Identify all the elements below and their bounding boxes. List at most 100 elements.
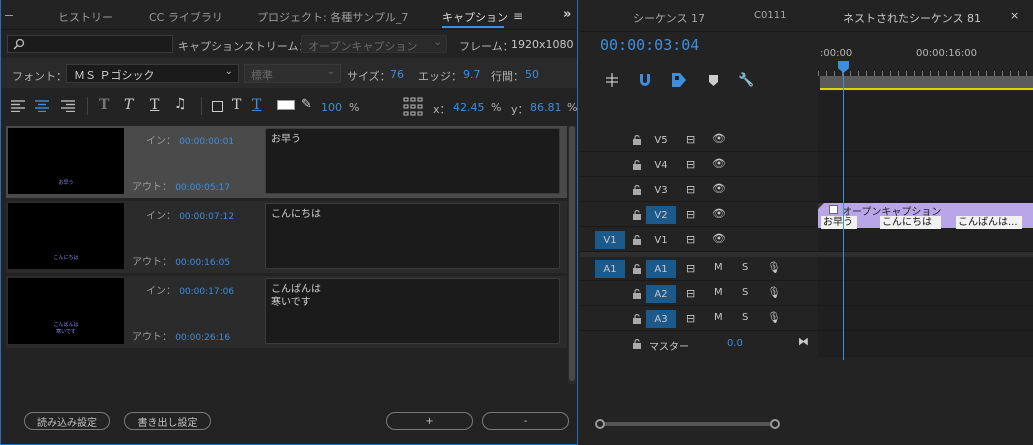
background-color-icon[interactable] [212, 101, 223, 112]
caption-clip-segment[interactable]: こんにちは [880, 216, 941, 229]
tab-history[interactable]: ヒストリー [58, 9, 113, 25]
caption-text-field[interactable]: お早う [265, 128, 560, 194]
tab-sequence-17[interactable]: シーケンス 17 [633, 10, 705, 26]
lock-icon[interactable] [632, 210, 642, 220]
work-area-bar[interactable] [820, 76, 1033, 90]
align-right-icon[interactable] [61, 100, 75, 115]
edge-color-icon[interactable]: T [252, 97, 261, 113]
edge-value[interactable]: 9.7 [463, 68, 481, 81]
track-label[interactable]: V1 [646, 231, 676, 249]
caption-text-field[interactable]: こんばんは 寒いです [265, 278, 560, 344]
microphone-icon[interactable]: 🎙 [767, 286, 781, 299]
opacity-value[interactable]: 100 [321, 101, 342, 114]
position-grid-icon[interactable] [403, 97, 423, 120]
sync-lock-icon[interactable]: ⊟ [686, 133, 695, 146]
microphone-icon[interactable]: 🎙 [767, 311, 781, 324]
in-timecode[interactable]: 00:00:17:06 [179, 287, 234, 297]
align-left-icon[interactable] [11, 100, 25, 115]
eye-icon[interactable]: 👁 [712, 182, 726, 195]
eyedropper-icon[interactable]: ✎ [301, 97, 312, 112]
caption-item[interactable]: こんばんは 寒いです イン： 00:00:17:06 アウト： 00:00:26… [6, 276, 567, 348]
color-swatch[interactable] [277, 100, 295, 110]
out-timecode[interactable]: 00:00:26:16 [175, 333, 230, 343]
search-input[interactable] [7, 35, 173, 53]
align-center-icon[interactable] [35, 100, 49, 115]
export-settings-button[interactable]: 書き出し設定 [124, 412, 211, 430]
tab-c0111[interactable]: C0111 [754, 10, 786, 21]
lock-icon[interactable] [632, 289, 642, 299]
font-select[interactable]: ＭＳ Ｐゴシック ⌄ [66, 64, 239, 83]
lock-icon[interactable] [632, 235, 642, 245]
wrench-icon[interactable]: 🔧 [738, 73, 754, 88]
sync-lock-icon[interactable]: ⊟ [686, 158, 695, 171]
track-label[interactable]: V3 [646, 181, 676, 199]
mute-button[interactable]: M [714, 262, 723, 273]
mute-button[interactable]: M [714, 287, 723, 298]
caption-list-scrollbar[interactable] [568, 126, 576, 384]
y-value[interactable]: 86.81 [530, 101, 562, 114]
track-label[interactable]: V5 [646, 131, 676, 149]
sync-lock-icon[interactable]: ⊟ [686, 262, 695, 275]
add-caption-button[interactable]: + [386, 412, 473, 430]
insert-sequence-icon[interactable] [606, 73, 618, 90]
source-patch-a1[interactable]: A1 [595, 260, 625, 278]
master-volume-value[interactable]: 0.0 [727, 338, 743, 349]
close-tab-icon[interactable]: × [1010, 9, 1019, 22]
track-label[interactable]: V2 [646, 206, 676, 224]
caption-text-field[interactable]: こんにちは [265, 203, 560, 269]
eye-icon[interactable]: 👁 [712, 232, 726, 245]
lock-icon[interactable] [632, 339, 642, 349]
tab-captions[interactable]: キャプション [442, 9, 508, 25]
tab-cc-libraries[interactable]: CC ライブラリ [149, 9, 223, 25]
linked-selection-icon[interactable] [672, 73, 686, 90]
sync-lock-icon[interactable]: ⊟ [686, 312, 695, 325]
master-expand-icon[interactable]: ⧓ [798, 335, 809, 348]
import-settings-button[interactable]: 読み込み設定 [24, 412, 110, 430]
underline-icon[interactable]: T [150, 97, 159, 113]
caption-clip-segment[interactable]: こんばんは... [956, 216, 1022, 229]
caption-clip-segment[interactable]: お早う [821, 216, 857, 229]
size-value[interactable]: 76 [390, 68, 404, 81]
eye-icon[interactable]: 👁 [712, 157, 726, 170]
in-timecode[interactable]: 00:00:07:12 [179, 212, 234, 222]
solo-button[interactable]: S [742, 312, 748, 323]
playhead-timecode[interactable]: 00:00:03:04 [600, 36, 699, 54]
stream-select[interactable]: オープンキャプション ⌄ [301, 35, 447, 53]
playhead-line[interactable] [843, 73, 844, 360]
line-spacing-value[interactable]: 50 [525, 68, 539, 81]
italic-icon[interactable]: T [124, 97, 133, 113]
track-label[interactable]: A2 [646, 285, 676, 303]
sync-lock-icon[interactable]: ⊟ [686, 183, 695, 196]
tab-project[interactable]: プロジェクト: 各種サンプル_7 [257, 9, 408, 25]
caption-clip[interactable]: オープンキャプション お早う こんにちは こんばんは... [818, 203, 1033, 229]
in-timecode[interactable]: 00:00:00:01 [179, 137, 234, 147]
lock-icon[interactable] [632, 264, 642, 274]
timeline-zoom-scrollbar[interactable] [596, 422, 776, 426]
panel-menu-icon[interactable] [5, 15, 13, 16]
remove-caption-button[interactable]: - [482, 412, 569, 430]
eye-icon[interactable]: 👁 [712, 207, 726, 220]
track-label[interactable]: A3 [646, 310, 676, 328]
zoom-handle-right[interactable] [770, 419, 780, 429]
caption-item[interactable]: お早う イン： 00:00:00:01 アウト： 00:00:05:17 お早う [6, 126, 567, 198]
lock-icon[interactable] [632, 160, 642, 170]
source-patch-v1[interactable]: V1 [595, 231, 625, 249]
sync-lock-icon[interactable]: ⊟ [686, 233, 695, 246]
caption-item[interactable]: こんにちは イン： 00:00:07:12 アウト： 00:00:16:05 こ… [6, 201, 567, 273]
out-timecode[interactable]: 00:00:16:05 [175, 258, 230, 268]
bold-icon[interactable]: T [99, 97, 109, 113]
sync-lock-icon[interactable]: ⊟ [686, 208, 695, 221]
more-tabs-icon[interactable]: » [563, 7, 571, 22]
out-timecode[interactable]: 00:00:05:17 [175, 183, 230, 193]
snap-magnet-icon[interactable] [638, 74, 652, 90]
add-marker-icon[interactable] [709, 75, 718, 89]
lock-icon[interactable] [632, 135, 642, 145]
x-value[interactable]: 42.45 [453, 101, 485, 114]
lock-icon[interactable] [632, 185, 642, 195]
solo-button[interactable]: S [742, 287, 748, 298]
eye-icon[interactable]: 👁 [712, 132, 726, 145]
solo-button[interactable]: S [742, 262, 748, 273]
text-color-icon[interactable]: T [232, 97, 241, 113]
music-note-icon[interactable]: ♫ [174, 96, 187, 112]
zoom-handle-left[interactable] [595, 419, 605, 429]
